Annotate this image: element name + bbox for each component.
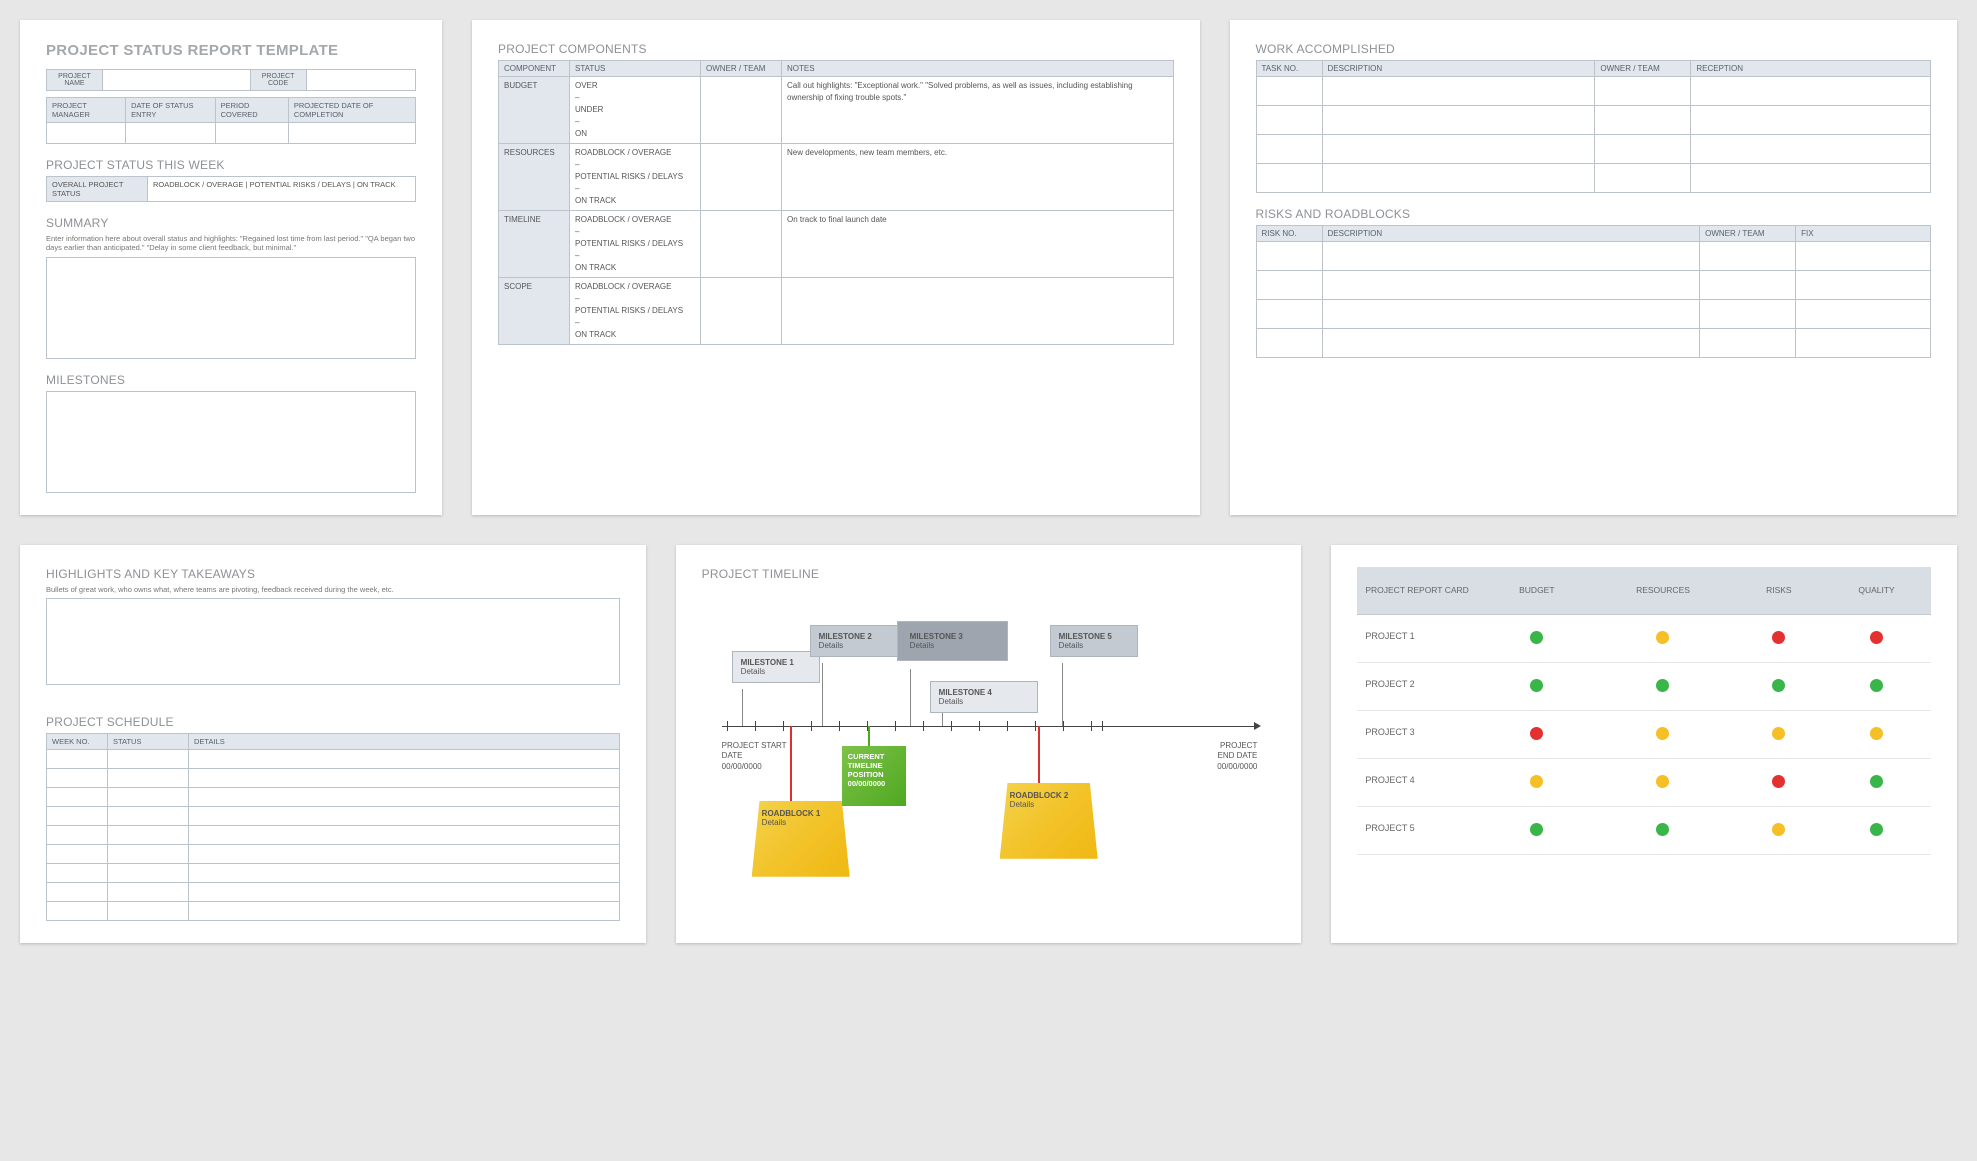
status-dot [1870,775,1883,788]
status-dot [1870,631,1883,644]
table-row: BUDGETOVER – UNDER – ONCall out highligh… [499,77,1174,144]
table-row [1256,300,1931,329]
table-row [1256,135,1931,164]
arrow-icon [1254,722,1261,730]
table-row [47,902,620,921]
status-row: OVERALL PROJECT STATUSROADBLOCK / OVERAG… [46,176,416,202]
project-name: PROJECT 4 [1357,758,1483,806]
table-row [47,807,620,826]
page-report-card: PROJECT REPORT CARD BUDGET RESOURCES RIS… [1331,545,1957,943]
table-row [47,788,620,807]
project-name: PROJECT 3 [1357,710,1483,758]
header-row-1: PROJECT NAMEPROJECT CODE [46,69,416,91]
report-card-table: PROJECT REPORT CARD BUDGET RESOURCES RIS… [1357,567,1931,855]
summary-hint: Enter information here about overall sta… [46,234,416,253]
table-row: TIMELINEROADBLOCK / OVERAGE – POTENTIAL … [499,211,1174,278]
section-summary: SUMMARY [46,216,416,230]
table-row [47,883,620,902]
status-dot [1870,727,1883,740]
status-dot [1870,823,1883,836]
project-name: PROJECT 5 [1357,806,1483,854]
status-dot [1772,679,1785,692]
status-dot [1530,823,1543,836]
section-milestones: MILESTONES [46,373,416,387]
table-row: PROJECT 3 [1357,710,1931,758]
milestones-box [46,391,416,493]
section-components: PROJECT COMPONENTS [498,42,1174,56]
report-card-header: PROJECT REPORT CARD [1357,567,1483,615]
milestone-3: MILESTONE 3Details [897,621,1008,661]
status-dot [1772,775,1785,788]
milestone-2: MILESTONE 2Details [810,625,898,657]
current-position: CURRENTTIMELINEPOSITION00/00/0000 [842,746,906,806]
table-row [1256,329,1931,358]
table-row: PROJECT 2 [1357,662,1931,710]
highlights-box [46,598,620,685]
section-status-week: PROJECT STATUS THIS WEEK [46,158,416,172]
status-dot [1656,631,1669,644]
page-timeline: PROJECT TIMELINE MILESTONE 1Details MILE… [676,545,1302,943]
page-components: PROJECT COMPONENTS COMPONENTSTATUSOWNER … [472,20,1200,515]
section-risks: RISKS AND ROADBLOCKS [1256,207,1932,221]
table-row [47,826,620,845]
section-timeline: PROJECT TIMELINE [702,567,1276,581]
project-start-label: PROJECT STARTDATE00/00/0000 [722,741,787,772]
section-schedule: PROJECT SCHEDULE [46,715,620,729]
page-highlights-schedule: HIGHLIGHTS AND KEY TAKEAWAYS Bullets of … [20,545,646,943]
section-work-accomplished: WORK ACCOMPLISHED [1256,42,1932,56]
risks-table: RISK NO.DESCRIPTIONOWNER / TEAMFIX [1256,225,1932,358]
status-dot [1530,727,1543,740]
status-dot [1656,775,1669,788]
table-row: RESOURCESROADBLOCK / OVERAGE – POTENTIAL… [499,144,1174,211]
status-dot [1530,775,1543,788]
table-row [1256,164,1931,193]
table-row: PROJECT 4 [1357,758,1931,806]
table-row [47,769,620,788]
highlights-hint: Bullets of great work, who owns what, wh… [46,585,620,594]
status-dot [1656,727,1669,740]
table-row: PROJECT 1 [1357,614,1931,662]
table-row [1256,271,1931,300]
table-row: PROJECT 5 [1357,806,1931,854]
status-dot [1772,631,1785,644]
status-dot [1656,679,1669,692]
project-name: PROJECT 2 [1357,662,1483,710]
page-title: PROJECT STATUS REPORT TEMPLATE [46,42,416,59]
table-row [47,864,620,883]
project-end-label: PROJECTEND DATE00/00/0000 [1217,741,1257,772]
project-name: PROJECT 1 [1357,614,1483,662]
table-row [47,845,620,864]
page-status-report: PROJECT STATUS REPORT TEMPLATE PROJECT N… [20,20,442,515]
table-row: SCOPEROADBLOCK / OVERAGE – POTENTIAL RIS… [499,278,1174,345]
work-table: TASK NO.DESCRIPTIONOWNER / TEAMRECEPTION [1256,60,1932,193]
milestone-5: MILESTONE 5Details [1050,625,1138,657]
status-dot [1656,823,1669,836]
milestone-4: MILESTONE 4Details [930,681,1038,713]
status-dot [1530,631,1543,644]
schedule-table: WEEK NO.STATUSDETAILS [46,733,620,921]
roadblock-2: ROADBLOCK 2Details [1000,783,1098,859]
status-dot [1870,679,1883,692]
table-row [1256,242,1931,271]
status-dot [1530,679,1543,692]
status-dot [1772,823,1785,836]
page-work-risks: WORK ACCOMPLISHED TASK NO.DESCRIPTIONOWN… [1230,20,1958,515]
section-highlights: HIGHLIGHTS AND KEY TAKEAWAYS [46,567,620,581]
timeline-diagram: MILESTONE 1Details MILESTONE 2Details MI… [702,591,1276,881]
roadblock-1: ROADBLOCK 1Details [752,801,850,877]
components-table: COMPONENTSTATUSOWNER / TEAMNOTES BUDGETO… [498,60,1174,345]
header-row-2: PROJECT MANAGERDATE OF STATUS ENTRYPERIO… [46,97,416,144]
milestone-1: MILESTONE 1Details [732,651,820,683]
summary-box [46,257,416,359]
table-row [47,750,620,769]
table-row [1256,106,1931,135]
table-row [1256,77,1931,106]
status-dot [1772,727,1785,740]
timeline-axis [722,726,1256,727]
